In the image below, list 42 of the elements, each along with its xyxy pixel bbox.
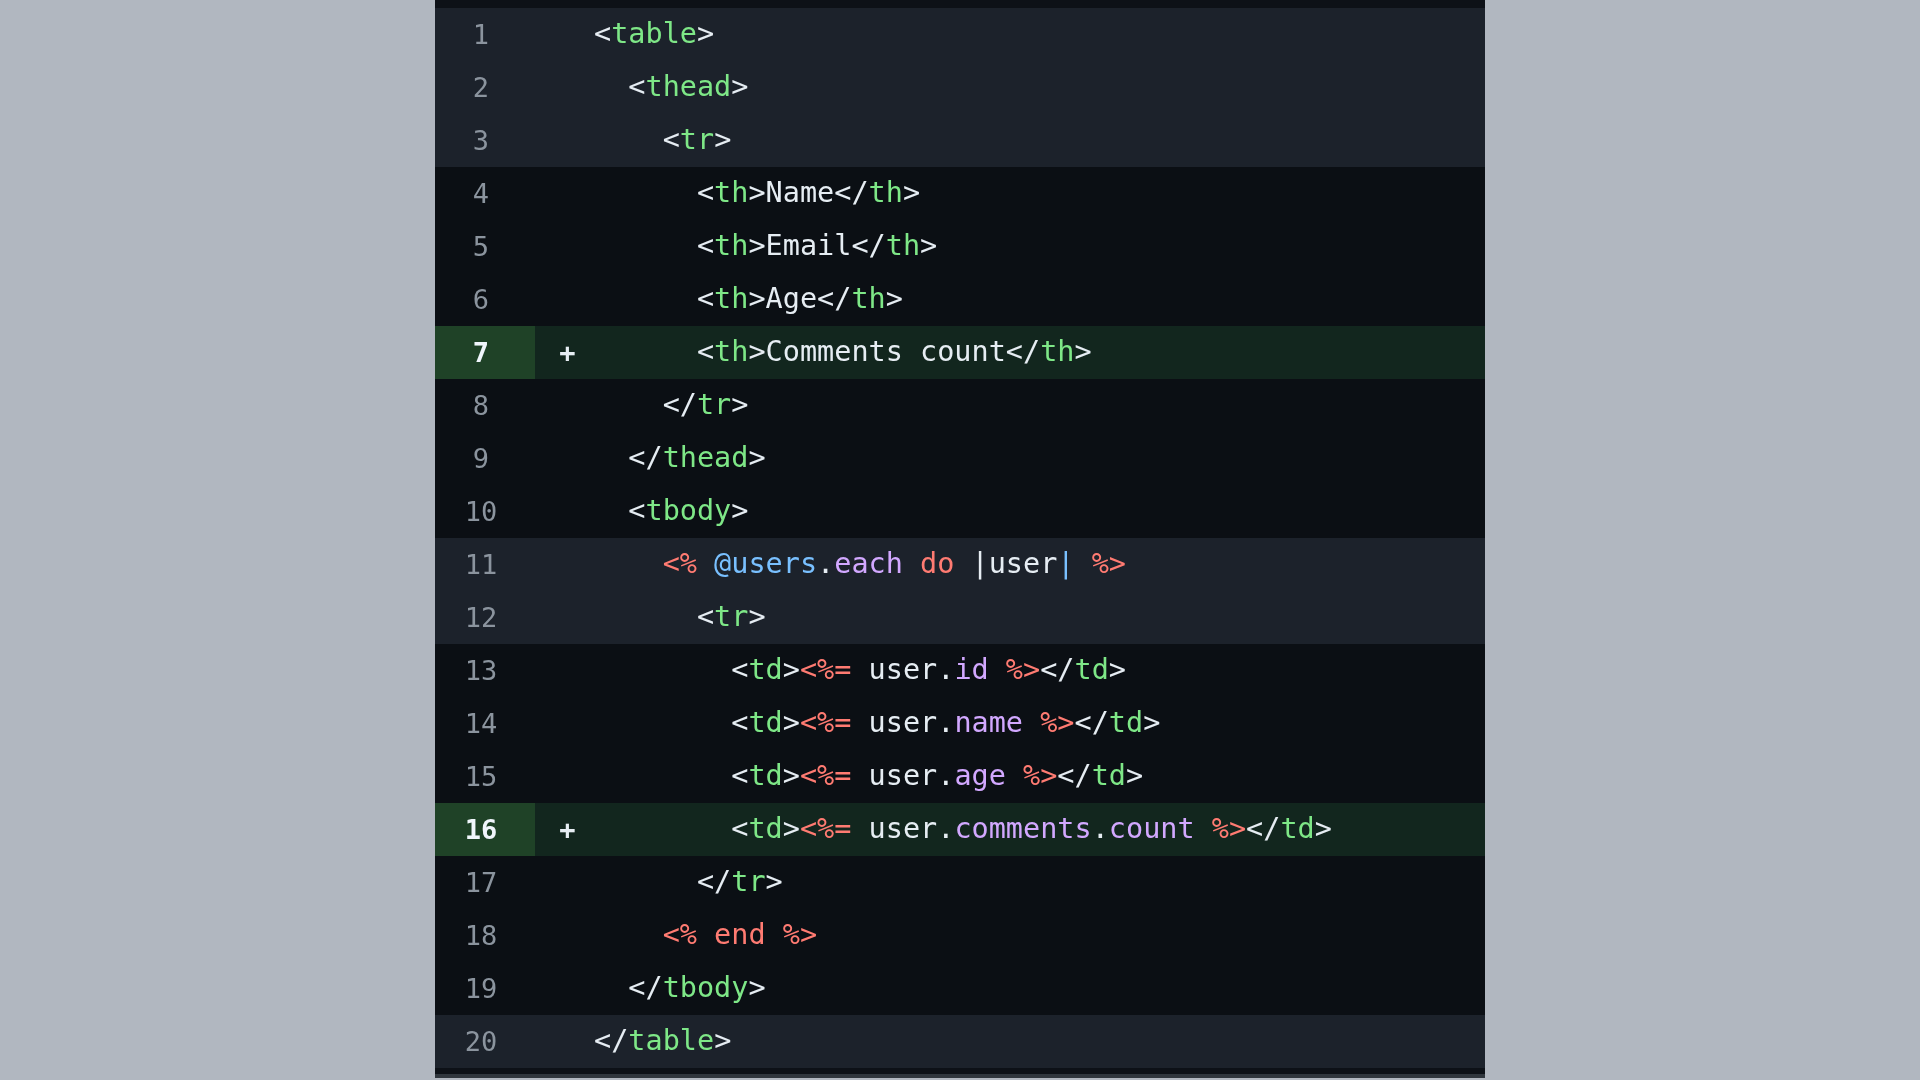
code-line: <% end %>: [661, 918, 818, 953]
line-number: 6: [471, 283, 491, 317]
code-line: <td><%= user.comments.count %></td>: [730, 812, 1332, 847]
code-line: <tr>: [661, 123, 732, 158]
code-line: <th>Comments count</th>: [695, 335, 1092, 370]
line-number: 14: [463, 707, 499, 741]
added-marker: +: [559, 337, 576, 368]
line-number: 7: [435, 326, 535, 379]
line-number: 8: [471, 389, 491, 423]
line-number: 4: [471, 177, 491, 211]
code-line: <table>: [594, 17, 715, 52]
line-number: 20: [463, 1025, 499, 1059]
code-line: <td><%= user.age %></td>: [730, 759, 1144, 794]
code-line: </tbody>: [627, 971, 766, 1006]
code-line: <th>Age</th>: [695, 282, 903, 317]
line-number: 18: [463, 919, 499, 953]
line-number: 9: [471, 442, 491, 476]
line-number: 5: [471, 230, 491, 264]
line-number: 16: [435, 803, 535, 856]
line-number: 10: [463, 495, 499, 529]
line-number: 3: [471, 124, 491, 158]
code-line: <thead>: [627, 70, 749, 105]
code-line: <td><%= user.id %></td>: [730, 653, 1126, 688]
line-number: 11: [463, 548, 499, 582]
code-line: </tr>: [695, 865, 783, 900]
code-line: <tr>: [695, 600, 766, 635]
code-line: <th>Name</th>: [695, 176, 921, 211]
line-number: 1: [471, 18, 491, 52]
added-marker: +: [559, 814, 576, 845]
code-line: </thead>: [627, 441, 766, 476]
code-line: </table>: [594, 1024, 732, 1059]
line-number: 12: [463, 601, 499, 635]
line-number: 15: [463, 760, 499, 794]
code-line: <tbody>: [627, 494, 749, 529]
line-number: 2: [471, 71, 491, 105]
code-line: <th>Email</th>: [695, 229, 938, 264]
code-line: </tr>: [661, 388, 749, 423]
line-number: 13: [463, 654, 499, 688]
line-number: 19: [463, 972, 499, 1006]
code-line: <% @users.each do |user| %>: [661, 547, 1126, 582]
code-line: <td><%= user.name %></td>: [730, 706, 1161, 741]
line-number: 17: [463, 866, 499, 900]
